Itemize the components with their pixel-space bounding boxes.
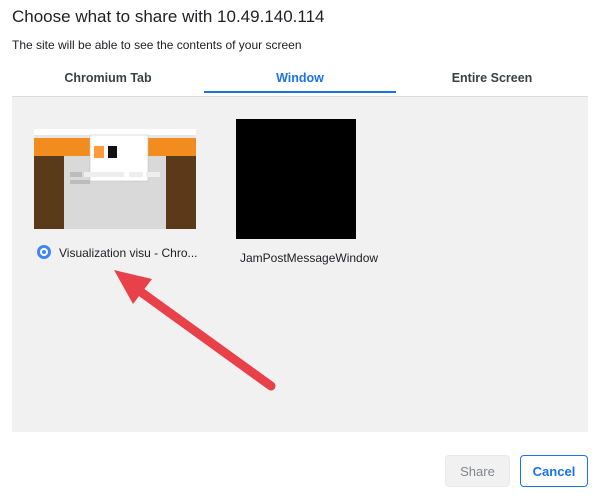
dialog-title: Choose what to share with 10.49.140.114 [12, 7, 325, 26]
source-type-tabs: Chromium Tab Window Entire Screen [12, 66, 588, 94]
source-label: JamPostMessageWindow [240, 251, 379, 265]
cancel-button[interactable]: Cancel [520, 455, 588, 487]
tab-entire-screen[interactable]: Entire Screen [396, 66, 588, 94]
source-item-visualization[interactable]: Visualization visu - Chro... [34, 129, 204, 269]
window-thumbnail [34, 129, 196, 229]
source-label: Visualization visu - Chro... [59, 246, 198, 260]
share-button[interactable]: Share [445, 455, 510, 487]
window-thumbnail [236, 119, 356, 239]
tab-window[interactable]: Window [204, 66, 396, 94]
source-item-jampostmessagewindow[interactable]: JamPostMessageWindow [236, 119, 386, 269]
source-list-panel: Visualization visu - Chro... JamPostMess… [12, 96, 588, 432]
dialog-subtitle: The site will be able to see the content… [12, 38, 302, 52]
tab-chromium-tab[interactable]: Chromium Tab [12, 66, 204, 94]
chromium-icon [37, 245, 51, 259]
